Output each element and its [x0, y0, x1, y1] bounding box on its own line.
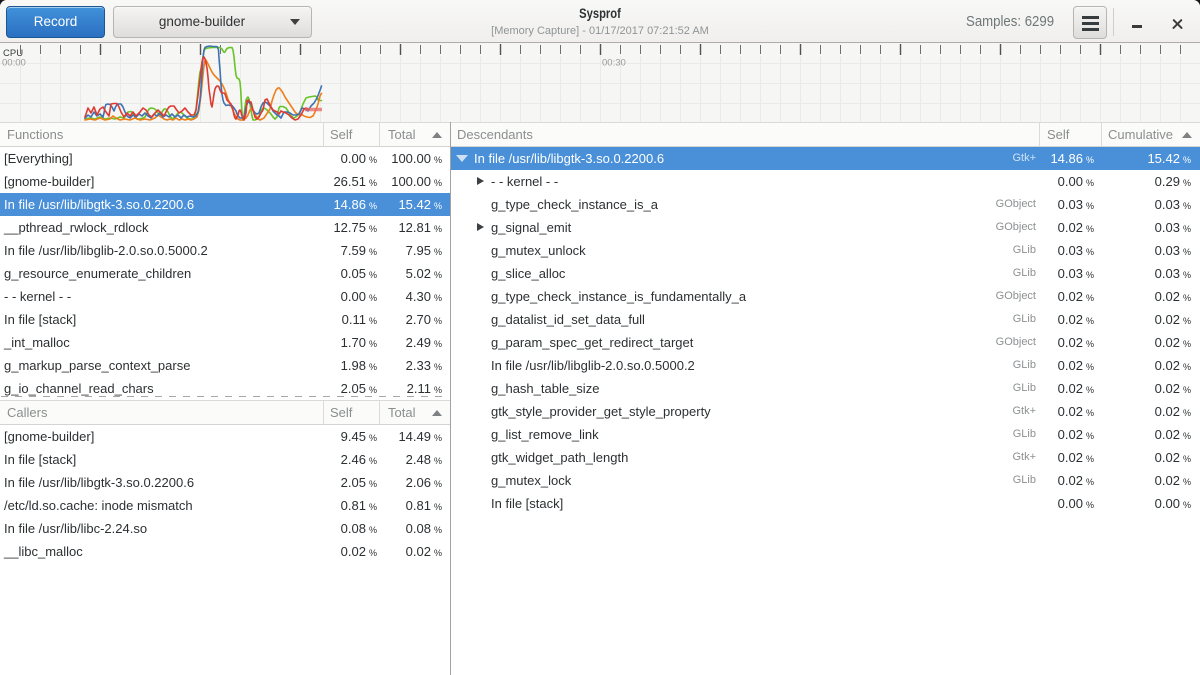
svg-text:00:00: 00:00	[2, 58, 26, 69]
svg-text:00:30: 00:30	[602, 58, 626, 69]
